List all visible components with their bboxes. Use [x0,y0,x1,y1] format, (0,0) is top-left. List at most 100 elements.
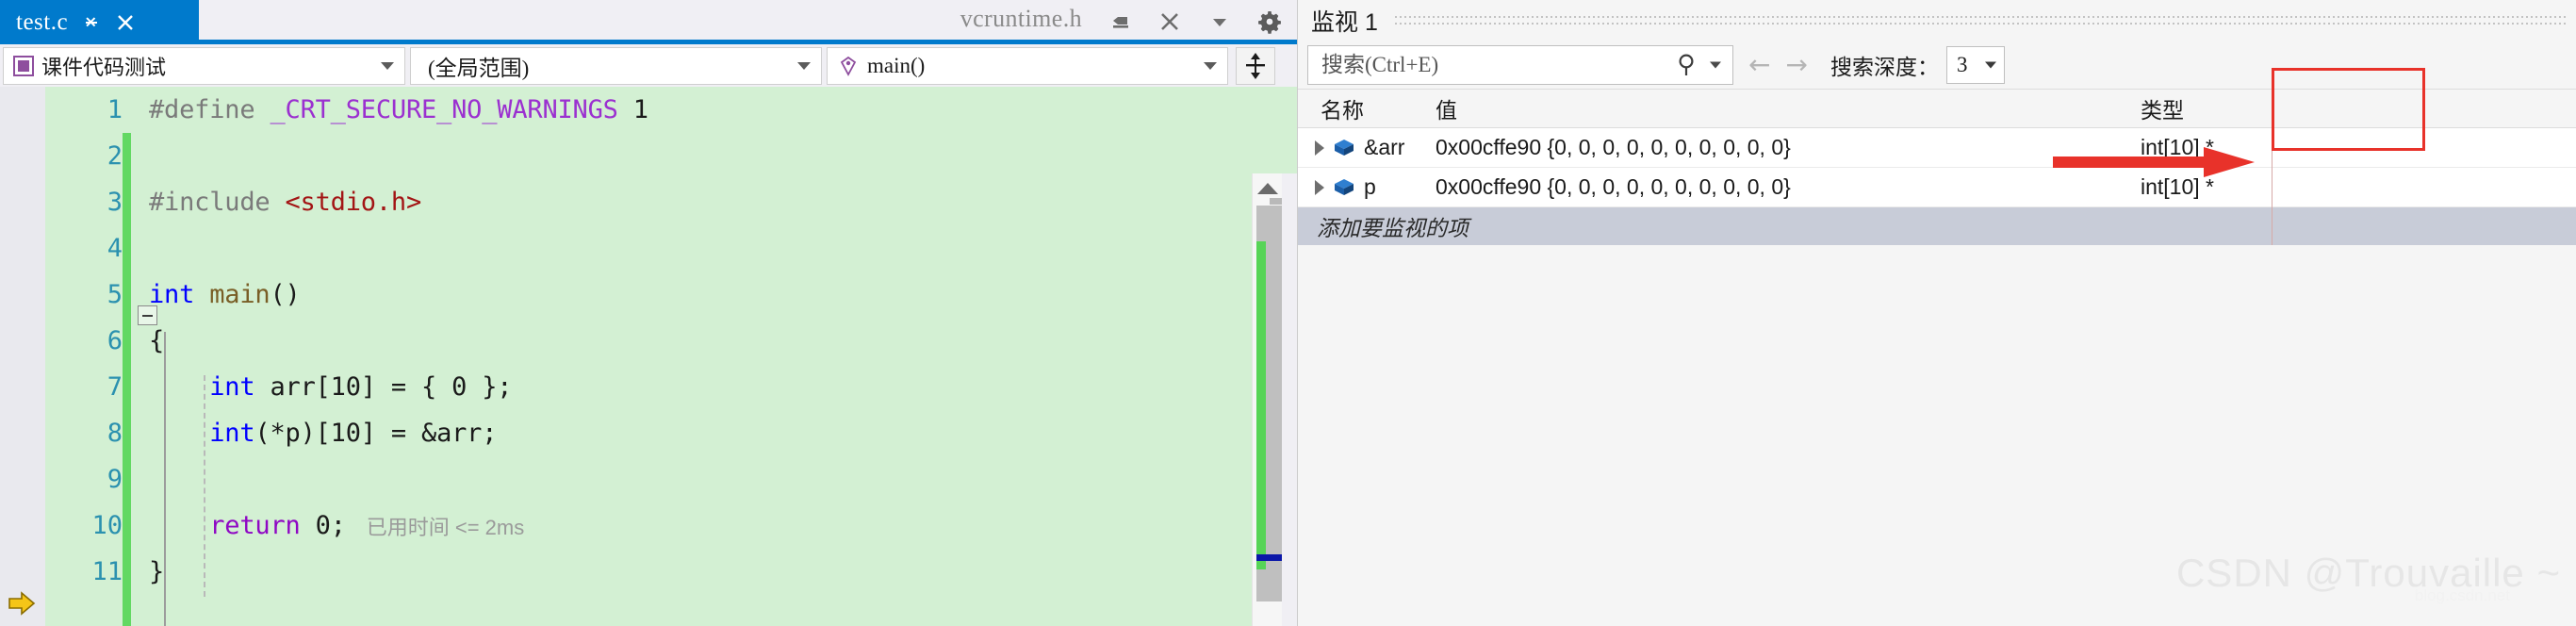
editor-pane: test.c vcruntime.h 课件代码测试 (全局范围) main() … [0,0,1297,626]
watch-row[interactable]: &arr 0x00cffe90 {0, 0, 0, 0, 0, 0, 0, 0, … [1298,128,2576,168]
code-line[interactable]: 6{ [45,318,1252,364]
editor-vertical-scrollbar[interactable] [1252,173,1290,626]
code-line[interactable]: 2 [45,133,1252,179]
code-lines: 1 #define _CRT_SECURE_NO_WARNINGS 1 2 3 #inc… [45,87,1252,595]
watch-row-type: int[10] * [2141,135,2214,159]
code-line[interactable]: 10 return 0; 已用时间 <= 2ms [45,502,1252,549]
line-number: 5 [107,280,123,309]
editor-right-margin [1282,173,1297,626]
watch-row-name-cell: &arr [1298,135,1428,160]
scrollbar-thumb[interactable] [1256,206,1290,601]
method-icon [839,56,858,76]
code-line[interactable]: 11} [45,549,1252,595]
watch-row-value[interactable]: 0x00cffe90 {0, 0, 0, 0, 0, 0, 0, 0, 0, 0… [1428,174,2125,200]
line-number: 2 [107,141,123,171]
scroll-up-arrow-icon[interactable] [1256,183,1278,194]
add-watch-item-row[interactable]: 添加要监视的项 [1298,207,2576,245]
expand-triangle-icon[interactable] [1315,179,1324,195]
chevron-down-icon[interactable] [1204,61,1217,70]
watch-panel-header: 监视 1 [1298,0,2576,41]
scope-dropdown-label: (全局范围) [428,56,530,80]
cube-icon [1334,178,1354,197]
project-icon [13,55,34,76]
arrow-left-icon[interactable]: ← [1748,52,1770,78]
scrollbar-marker-tick [1270,198,1283,205]
project-dropdown-label: 课件代码测试 [41,55,167,79]
chevron-down-icon[interactable] [797,61,811,70]
code-line[interactable]: 3 #include <stdio.h> [45,179,1252,225]
search-depth-dropdown[interactable]: 3 [1945,46,2005,84]
code-line-text: int arr[10] = { 0 }; [209,372,513,402]
chevron-down-icon[interactable] [1207,9,1232,34]
watch-table-empty-area [1298,245,2576,626]
column-header-name[interactable]: 名称 [1298,92,1428,124]
gear-icon[interactable] [1256,8,1283,35]
code-lines-container[interactable]: 1 #define _CRT_SECURE_NO_WARNINGS 1 2 3 #inc… [45,87,1252,626]
scrollbar-change-indicator [1256,241,1266,569]
tab-test-c[interactable]: test.c [0,0,199,44]
watch-row[interactable]: p 0x00cffe90 {0, 0, 0, 0, 0, 0, 0, 0, 0, … [1298,168,2576,207]
search-depth-label: 搜索深度： [1829,55,1939,79]
line-number: 4 [107,234,123,263]
split-window-button[interactable] [1236,46,1275,85]
code-line[interactable]: 5 int main() [45,272,1252,318]
code-line-text: #define _CRT_SECURE_NO_WARNINGS 1 [149,95,648,124]
watch-panel-drag-handle[interactable] [1394,12,2568,29]
current-statement-arrow-icon [8,591,36,616]
watch-row-name-cell: p [1298,174,1428,200]
line-number: 11 [91,557,123,586]
chevron-down-icon[interactable] [1984,61,1996,69]
line-number: 8 [107,419,123,448]
arrow-right-icon[interactable]: → [1785,52,1807,78]
code-line-text: return 0; [209,511,346,540]
pin-icon[interactable] [82,13,101,32]
search-box[interactable] [1307,45,1733,85]
inline-diagnostic-hint: 已用时间 <= 2ms [366,515,525,539]
watch-table-header: 名称 值 类型 [1298,89,2576,128]
watch-row-type: int[10] * [2141,174,2214,199]
function-dropdown[interactable]: main() [827,46,1228,85]
chevron-down-icon[interactable] [1710,61,1721,69]
code-line-text: int main() [149,280,301,309]
line-number: 3 [107,188,123,217]
code-line-text: int(*p)[10] = &arr; [209,419,498,448]
expand-triangle-icon[interactable] [1315,140,1324,156]
code-line-text: } [149,557,165,586]
editor-navigation-bar: 课件代码测试 (全局范围) main() [0,44,1297,87]
watch-row-name: &arr [1364,135,1405,159]
line-number: 10 [91,511,123,540]
column-header-value[interactable]: 值 [1428,92,2125,124]
vs-debug-window: test.c vcruntime.h 课件代码测试 (全局范围) main() … [0,0,2576,626]
search-icon[interactable] [1676,52,1700,78]
watch-row-value[interactable]: 0x00cffe90 {0, 0, 0, 0, 0, 0, 0, 0, 0, 0… [1428,135,2125,160]
search-input[interactable] [1321,53,1642,77]
code-line[interactable]: 1 #define _CRT_SECURE_NO_WARNINGS 1 [45,87,1252,133]
code-line[interactable]: 4 [45,225,1252,272]
code-line[interactable]: 9 [45,456,1252,502]
watch-toolbar: ← → 搜索深度： 3 [1298,41,2576,89]
line-number: 7 [107,372,123,402]
search-depth-value: 3 [1956,53,1968,76]
line-number: 9 [107,465,123,494]
column-header-type[interactable]: 类型 [2125,92,2314,124]
editor-tab-strip: test.c vcruntime.h [0,0,1297,44]
close-icon[interactable] [115,12,136,33]
project-dropdown[interactable]: 课件代码测试 [3,46,405,85]
scope-dropdown[interactable]: (全局范围) [410,46,822,85]
code-line[interactable]: 8 int(*p)[10] = &arr; [45,410,1252,456]
watch-panel-title: 监视 1 [1311,9,1378,36]
code-line[interactable]: 7 int arr[10] = { 0 }; [45,364,1252,410]
chevron-down-icon[interactable] [381,61,394,70]
breakpoint-gutter[interactable] [0,87,45,626]
tab-strip-actions [1109,4,1283,40]
watch-table-rows: &arr 0x00cffe90 {0, 0, 0, 0, 0, 0, 0, 0, … [1298,128,2576,207]
function-dropdown-label: main() [867,53,926,77]
pin-icon-secondary[interactable] [1109,10,1132,33]
close-icon-secondary[interactable] [1157,8,1183,35]
line-number: 6 [107,326,123,355]
line-number: 1 [107,95,123,124]
tab-vcruntime-h[interactable]: vcruntime.h [960,5,1082,33]
add-watch-item-placeholder: 添加要监视的项 [1317,216,1468,240]
code-editor-surface[interactable]: 1 #define _CRT_SECURE_NO_WARNINGS 1 2 3 #inc… [0,87,1297,626]
code-line-text: #include <stdio.h> [149,188,421,217]
